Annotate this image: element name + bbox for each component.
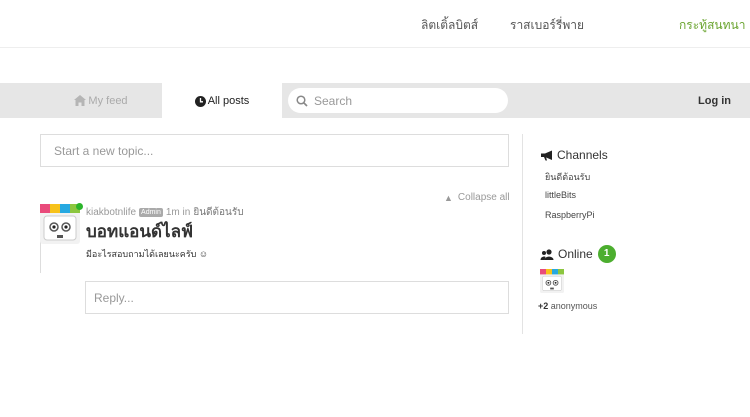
nav-placeholder (602, 8, 652, 38)
megaphone-icon (541, 150, 552, 160)
post-body: มีอะไรสอบถามได้เลยนะครับ ☺ (86, 249, 209, 259)
online-heading-label: Online (558, 247, 593, 261)
post-author[interactable]: kiakbotnlife (86, 207, 136, 218)
post-title[interactable]: บอทแอนด์ไลฟ์ (86, 218, 193, 245)
nav-link-littlebits[interactable]: ลิตเติ้ลบิตส์ (421, 16, 478, 35)
channels-heading: Channels (540, 148, 608, 162)
clock-icon (194, 95, 206, 107)
home-icon (74, 95, 87, 106)
forum-toolbar: My feed All posts Log in (0, 83, 750, 119)
online-status-dot (76, 203, 83, 210)
reply-box (85, 281, 509, 314)
arrow-up-icon: ▲ (444, 192, 453, 203)
tab-my-feed[interactable]: My feed (40, 83, 162, 118)
nav-link-forum[interactable]: กระทู้สนทนา (679, 16, 745, 35)
reply-input[interactable] (86, 282, 508, 313)
channel-link-littlebits[interactable]: littleBits (545, 190, 576, 200)
sidebar-divider (522, 134, 523, 334)
anonymous-count-label: anonymous (550, 301, 598, 311)
tab-all-posts[interactable]: All posts (162, 83, 282, 119)
post-thread-line (40, 240, 41, 273)
post-channel[interactable]: ยินดีต้อนรับ (193, 205, 243, 220)
avatar[interactable] (40, 204, 80, 244)
search-box (288, 88, 508, 113)
tab-all-posts-label: All posts (207, 95, 250, 107)
top-nav: ลิตเติ้ลบิตส์ ราสเบอร์รี่พาย กระทู้สนทนา (0, 0, 750, 48)
admin-badge: Admin (139, 208, 163, 217)
anonymous-count-number: +2 (538, 301, 549, 311)
online-user-avatar[interactable] (540, 269, 564, 293)
anonymous-count: +2 anonymous (538, 301, 597, 311)
post-time: 1m in (165, 207, 191, 218)
new-topic-box (40, 134, 509, 167)
channel-link-welcome[interactable]: ยินดีต้อนรับ (545, 170, 590, 184)
search-icon (296, 94, 308, 107)
new-topic-input[interactable] (41, 135, 508, 166)
search-input[interactable] (314, 93, 494, 108)
nav-link-raspberrypi[interactable]: ราสเบอร์รี่พาย (510, 16, 584, 35)
online-heading: Online 1 (540, 245, 616, 263)
collapse-all-button[interactable]: ▲ Collapse all (444, 192, 510, 203)
online-count-badge: 1 (597, 245, 616, 263)
channel-link-raspberrypi[interactable]: RaspberryPi (545, 210, 595, 220)
collapse-all-label: Collapse all (457, 192, 510, 203)
channels-heading-label: Channels (557, 148, 608, 162)
login-link[interactable]: Log in (698, 95, 731, 107)
tab-my-feed-label: My feed (88, 94, 128, 107)
users-icon (540, 248, 554, 260)
